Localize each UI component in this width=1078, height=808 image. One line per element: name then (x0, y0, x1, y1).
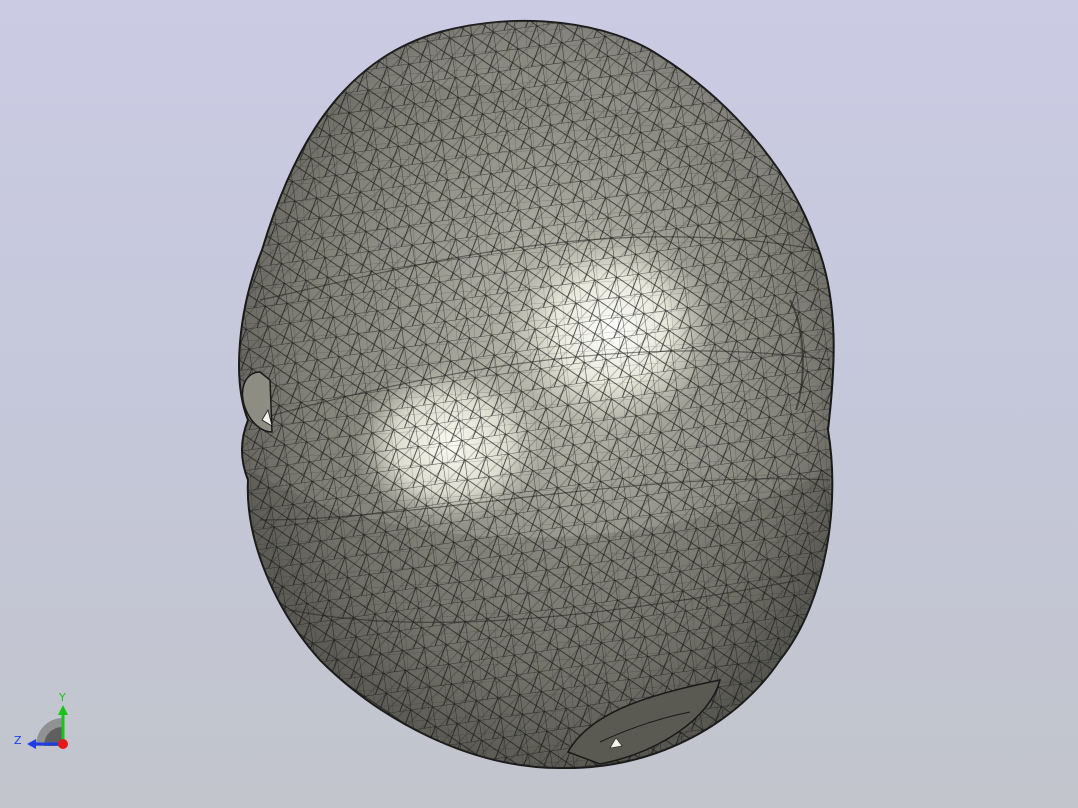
triad-z-label: Z (14, 734, 22, 747)
orientation-triad[interactable]: Y Z (14, 691, 68, 749)
x-axis-icon (58, 739, 68, 749)
mesh-model[interactable] (230, 0, 850, 808)
triad-y-label: Y (58, 691, 66, 704)
3d-viewport[interactable]: Y Z (0, 0, 1078, 808)
